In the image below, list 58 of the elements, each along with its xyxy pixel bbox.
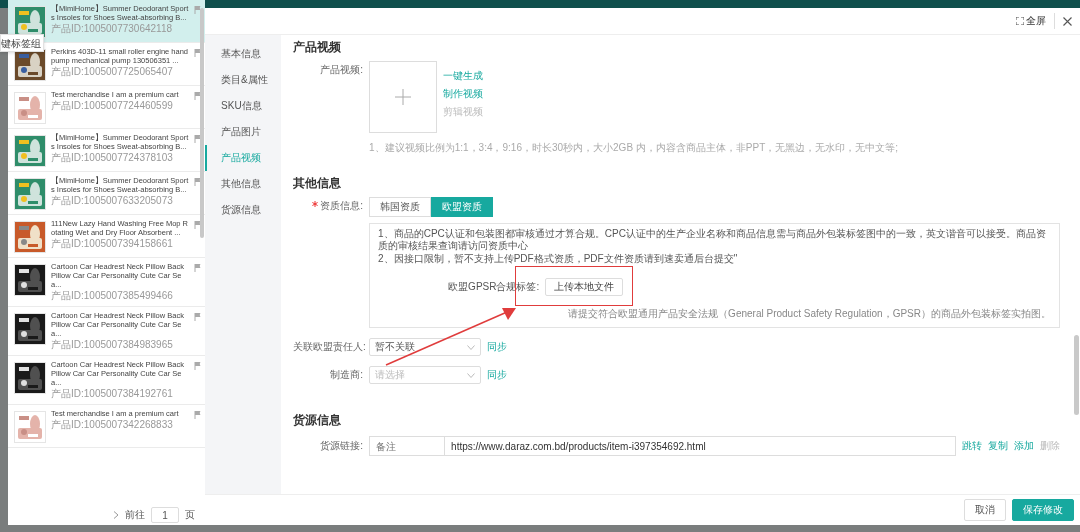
flag-icon[interactable] (194, 49, 202, 57)
hint-text: 请提交符合欧盟通用产品安全法规（General Product Safety Regulation，GPSR）的商品外包装标签实拍图。 (568, 307, 1051, 321)
expand-icon (1016, 17, 1024, 25)
flag-icon[interactable] (194, 6, 202, 14)
product-id: 产品ID:1005007730642118 (51, 23, 174, 35)
next-page-icon[interactable] (113, 511, 120, 519)
flag-icon[interactable] (194, 92, 202, 100)
flag-icon[interactable] (194, 313, 202, 321)
product-id: 产品ID:1005007724378103 (51, 152, 174, 164)
product-id: 产品ID:1005007724460599 (51, 100, 174, 112)
tooltip: 键标签组 (0, 34, 44, 52)
page-input[interactable]: 1 (151, 507, 180, 523)
product-id: 产品ID:1005007384192761 (51, 388, 174, 400)
plus-icon (395, 89, 412, 105)
section-title: 产品视频 (293, 39, 343, 55)
hint-text: 1、建议视频比例为1:1，3:4，9:16，时长30秒内，大小2GB 内，内容含商品主体，非PPT，无黑边，无水印，无中文等; (369, 141, 900, 155)
cancel-button[interactable]: 取消 (964, 499, 1006, 521)
field-label: 货源链接: (319, 439, 364, 453)
product-id: 产品ID:1005007384983965 (51, 339, 174, 351)
upload-button[interactable]: 上传本地文件 (545, 278, 624, 296)
remark-field[interactable]: 备注 (369, 436, 446, 456)
flag-icon[interactable] (194, 264, 202, 272)
section-title: 货源信息 (293, 412, 343, 428)
note-text: 2、因接口限制，暂不支持上传PDF格式资质，PDF文件资质请到速卖通后台提交" (378, 253, 739, 265)
nav-item[interactable]: 产品图片 (205, 119, 282, 145)
field-label: 资质信息: (293, 197, 364, 215)
nav-item[interactable]: 货源信息 (205, 197, 282, 223)
flag-icon[interactable] (194, 221, 202, 229)
nav-item[interactable]: 类目&属性 (205, 67, 282, 93)
flag-icon[interactable] (194, 411, 202, 419)
product-id: 产品ID:1005007725065407 (51, 66, 174, 78)
note-text: 1、商品的CPC认证和包装图都审核通过才算合规。CPC认证中的生产企业名称和商品信息需与商品外包装标签图中的一致，英文谐音可以接受。商品资质的审核结果查询请访问资质中心 (378, 228, 1047, 252)
field-label: 产品视频: (319, 63, 364, 77)
field-label: 制造商: (329, 368, 364, 382)
section-title: 其他信息 (293, 175, 343, 191)
scrollbar[interactable] (200, 8, 205, 238)
page-suffix: 页 (185, 508, 196, 522)
product-id: 产品ID:1005007342268833 (51, 419, 174, 431)
url-field[interactable]: https://www.daraz.com.bd/products/item-i397354692.html (445, 436, 956, 456)
select-field[interactable]: 暂不关联 (369, 338, 482, 356)
scrollbar[interactable] (1074, 335, 1079, 415)
chevron-down-icon[interactable] (467, 344, 476, 350)
goto-label: 前往 (125, 508, 146, 522)
tab[interactable]: 韩国资质 (369, 197, 432, 217)
flag-icon[interactable] (194, 135, 202, 143)
flag-icon[interactable] (194, 362, 202, 370)
flag-icon[interactable] (194, 178, 202, 186)
product-id: 产品ID:1005007385499466 (51, 290, 174, 302)
fullscreen-button[interactable]: 全屏 (1010, 13, 1055, 29)
nav-item[interactable]: 基本信息 (205, 41, 282, 67)
nav-item[interactable]: 其他信息 (205, 171, 282, 197)
product-id: 产品ID:1005007633205073 (51, 195, 174, 207)
video-upload-box[interactable] (369, 61, 438, 133)
close-icon[interactable] (1063, 16, 1072, 26)
field-label: 关联欧盟责任人: (293, 340, 364, 354)
nav-item[interactable]: SKU信息 (205, 93, 282, 119)
product-id: 产品ID:1005007394158661 (51, 238, 174, 250)
chevron-down-icon[interactable] (467, 372, 476, 378)
